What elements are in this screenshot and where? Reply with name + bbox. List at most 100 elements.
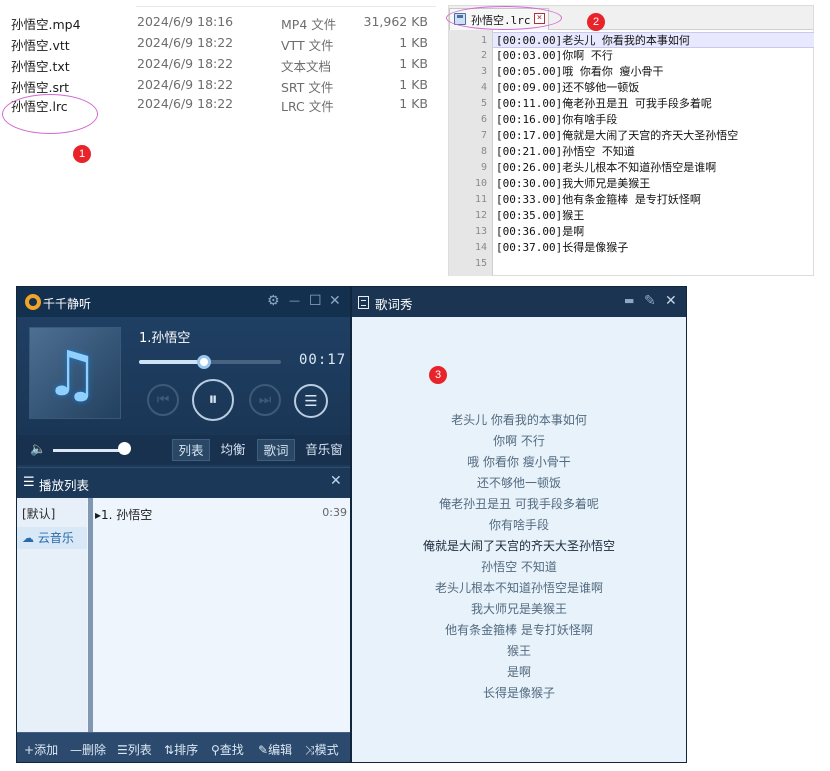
edit-button[interactable]: ✎编辑 <box>258 741 292 758</box>
tab-music-window[interactable]: 音乐窗 <box>300 439 348 461</box>
next-track-button[interactable]: ⏭ <box>249 384 281 416</box>
minimize-icon[interactable]: ▬ <box>624 293 634 309</box>
file-name: 孙悟空.mp4 <box>11 17 81 32</box>
line-number: 7 <box>480 130 487 141</box>
code-line[interactable]: 13 [00:36.00]是啊 <box>475 224 814 240</box>
lyric-line: 俺老孙丑是丑 可我手段多着呢 <box>439 497 599 511</box>
line-text: [00:00.00]老头儿 你看我的本事如何 <box>496 34 690 47</box>
code-line[interactable]: 8 [00:21.00]孙悟空 不知道 <box>481 144 814 160</box>
pin-icon[interactable]: ✎ <box>644 293 656 309</box>
delete-button[interactable]: —删除 <box>70 741 106 758</box>
volume-knob[interactable] <box>118 442 131 455</box>
annotation-badge-2: 2 <box>587 13 605 31</box>
code-line[interactable]: 5 [00:11.00]俺老孙丑是丑 可我手段多着呢 <box>481 96 814 112</box>
track-duration: 0:39 <box>322 506 347 519</box>
line-text: [00:21.00]孙悟空 不知道 <box>496 145 635 158</box>
find-label: 查找 <box>219 743 244 757</box>
playlist-scrollbar[interactable] <box>88 498 93 732</box>
file-date: 2024/6/9 18:22 <box>137 35 234 50</box>
file-size: 1 KB <box>399 35 428 50</box>
scrollbar-thumb[interactable] <box>88 498 93 732</box>
volume-slider[interactable] <box>53 449 125 452</box>
progress-knob[interactable] <box>197 355 212 369</box>
playlist-body: [默认] ☁ 云音乐 ▸1. 孙悟空 0:39 <box>17 498 350 732</box>
pause-button[interactable]: ⏸ <box>192 379 234 421</box>
lyrics-title: 歌词秀 <box>375 297 413 312</box>
code-line[interactable]: 7 [00:17.00]俺就是大闹了天宫的齐天大圣孙悟空 <box>481 128 814 144</box>
code-line[interactable]: 4 [00:09.00]还不够他一顿饭 <box>481 80 814 96</box>
group-cloud-music[interactable]: ☁ 云音乐 <box>17 527 87 549</box>
lyric-line: 是啊 <box>506 665 531 679</box>
minus-icon: — <box>70 743 82 757</box>
app-logo-icon <box>25 294 41 310</box>
playlist-header: ☰ 播放列表 ✕ <box>17 467 350 497</box>
pencil-icon: ✎ <box>258 743 269 757</box>
file-row-txt[interactable]: 孙悟空.txt 2024/6/9 18:22 文本文档 1 KB <box>0 54 440 74</box>
lyric-line: 他有条金箍棒 是专打妖怪啊 <box>445 623 593 637</box>
progress-bar[interactable] <box>139 355 281 369</box>
line-number: 10 <box>474 178 487 189</box>
plus-icon: + <box>24 743 35 757</box>
prev-track-button[interactable]: ⏮ <box>147 384 179 416</box>
file-size: 1 KB <box>399 56 428 71</box>
code-line[interactable]: 6 [00:16.00]你有啥手段 <box>481 112 814 128</box>
tab-equalizer[interactable]: 均衡 <box>215 439 251 461</box>
annotation-badge-3: 3 <box>429 366 447 384</box>
group-default[interactable]: [默认] <box>22 505 55 522</box>
list-button[interactable]: ☰列表 <box>117 741 152 758</box>
mode-button[interactable]: ⤨模式 <box>305 741 339 758</box>
play-mode-button[interactable]: ☰ <box>294 384 328 418</box>
code-line[interactable]: 9 [00:26.00]老头儿根本不知道孙悟空是谁啊 <box>481 160 814 176</box>
code-line[interactable]: 2 [00:03.00]你啊 不行 <box>481 48 814 64</box>
sort-button[interactable]: ⇅排序 <box>164 741 198 758</box>
file-date: 2024/6/9 18:22 <box>137 77 234 92</box>
volume-icon[interactable]: 🔈 <box>30 442 46 457</box>
search-icon: ⚲ <box>211 743 220 757</box>
code-line[interactable]: 3 [00:05.00]哦 你看你 瘦小骨干 <box>481 64 814 80</box>
code-line[interactable]: 10 [00:30.00]我大师兄是美猴王 <box>475 176 814 192</box>
close-icon[interactable]: ✕ <box>329 293 341 309</box>
line-text: [00:03.00]你啊 不行 <box>496 49 613 62</box>
group-label: 云音乐 <box>37 531 74 545</box>
line-text: [00:37.00]长得是像猴子 <box>496 241 629 254</box>
tab-lyrics[interactable]: 歌词 <box>257 439 295 461</box>
sort-icon: ⇅ <box>164 743 175 757</box>
list-divider <box>136 6 436 7</box>
tab-list[interactable]: 列表 <box>172 439 210 461</box>
find-button[interactable]: ⚲查找 <box>211 741 244 758</box>
list-menu-icon: ☰ <box>23 475 35 490</box>
line-number: 11 <box>474 194 487 205</box>
file-row-mp4[interactable]: 孙悟空.mp4 2024/6/9 18:16 MP4 文件 31,962 KB <box>0 12 440 32</box>
close-icon[interactable]: ✕ <box>665 293 677 309</box>
minimize-icon[interactable]: — <box>289 293 300 309</box>
line-number: 1 <box>480 35 487 46</box>
playlist-groups: [默认] ☁ 云音乐 <box>17 498 87 732</box>
music-player-window: 千千静听 ⚙ — ☐ ✕ ♫ 1.孙悟空 00:17 ⏮ ⏸ ⏭ ☰ 🔈 列表 … <box>16 286 351 763</box>
playlist-track-row[interactable]: ▸1. 孙悟空 0:39 <box>95 506 347 522</box>
lyric-line: 俺就是大闹了天宫的齐天大圣孙悟空 <box>422 539 615 553</box>
file-row-vtt[interactable]: 孙悟空.vtt 2024/6/9 18:22 VTT 文件 1 KB <box>0 33 440 53</box>
lyric-line: 猴王 <box>506 644 531 658</box>
file-size: 1 KB <box>399 96 428 111</box>
lyric-line: 你啊 不行 <box>493 434 545 448</box>
lyric-line: 老头儿 你看我的本事如何 <box>451 413 587 427</box>
playlist-close-icon[interactable]: ✕ <box>330 473 342 489</box>
maximize-icon[interactable]: ☐ <box>309 293 322 309</box>
code-area[interactable]: 1 [00:00.00]老头儿 你看我的本事如何 2 [00:03.00]你啊 不行 3… <box>475 30 814 276</box>
add-button[interactable]: +添加 <box>24 741 58 758</box>
file-row-srt[interactable]: 孙悟空.srt 2024/6/9 18:22 SRT 文件 1 KB <box>0 75 440 95</box>
shuffle-icon: ⤨ <box>305 743 315 757</box>
code-line[interactable]: 14 [00:37.00]长得是像猴子 <box>475 240 814 256</box>
line-text: [00:26.00]老头儿根本不知道孙悟空是谁啊 <box>496 161 717 174</box>
lyric-line: 孙悟空 不知道 <box>481 560 557 574</box>
sort-label: 排序 <box>174 743 199 757</box>
lyric-line: 还不够他一顿饭 <box>476 476 561 490</box>
file-type: 文本文档 <box>281 59 332 74</box>
code-line[interactable]: 15 <box>475 256 814 272</box>
code-line[interactable]: 11 [00:33.00]他有条金箍棒 是专打妖怪啊 <box>475 192 814 208</box>
file-size: 1 KB <box>399 77 428 92</box>
code-line[interactable]: 12 [00:35.00]猴王 <box>475 208 814 224</box>
code-line[interactable]: 1 [00:00.00]老头儿 你看我的本事如何 <box>481 32 814 48</box>
settings-gear-icon[interactable]: ⚙ <box>267 293 280 309</box>
highlight-ellipse <box>2 94 98 134</box>
